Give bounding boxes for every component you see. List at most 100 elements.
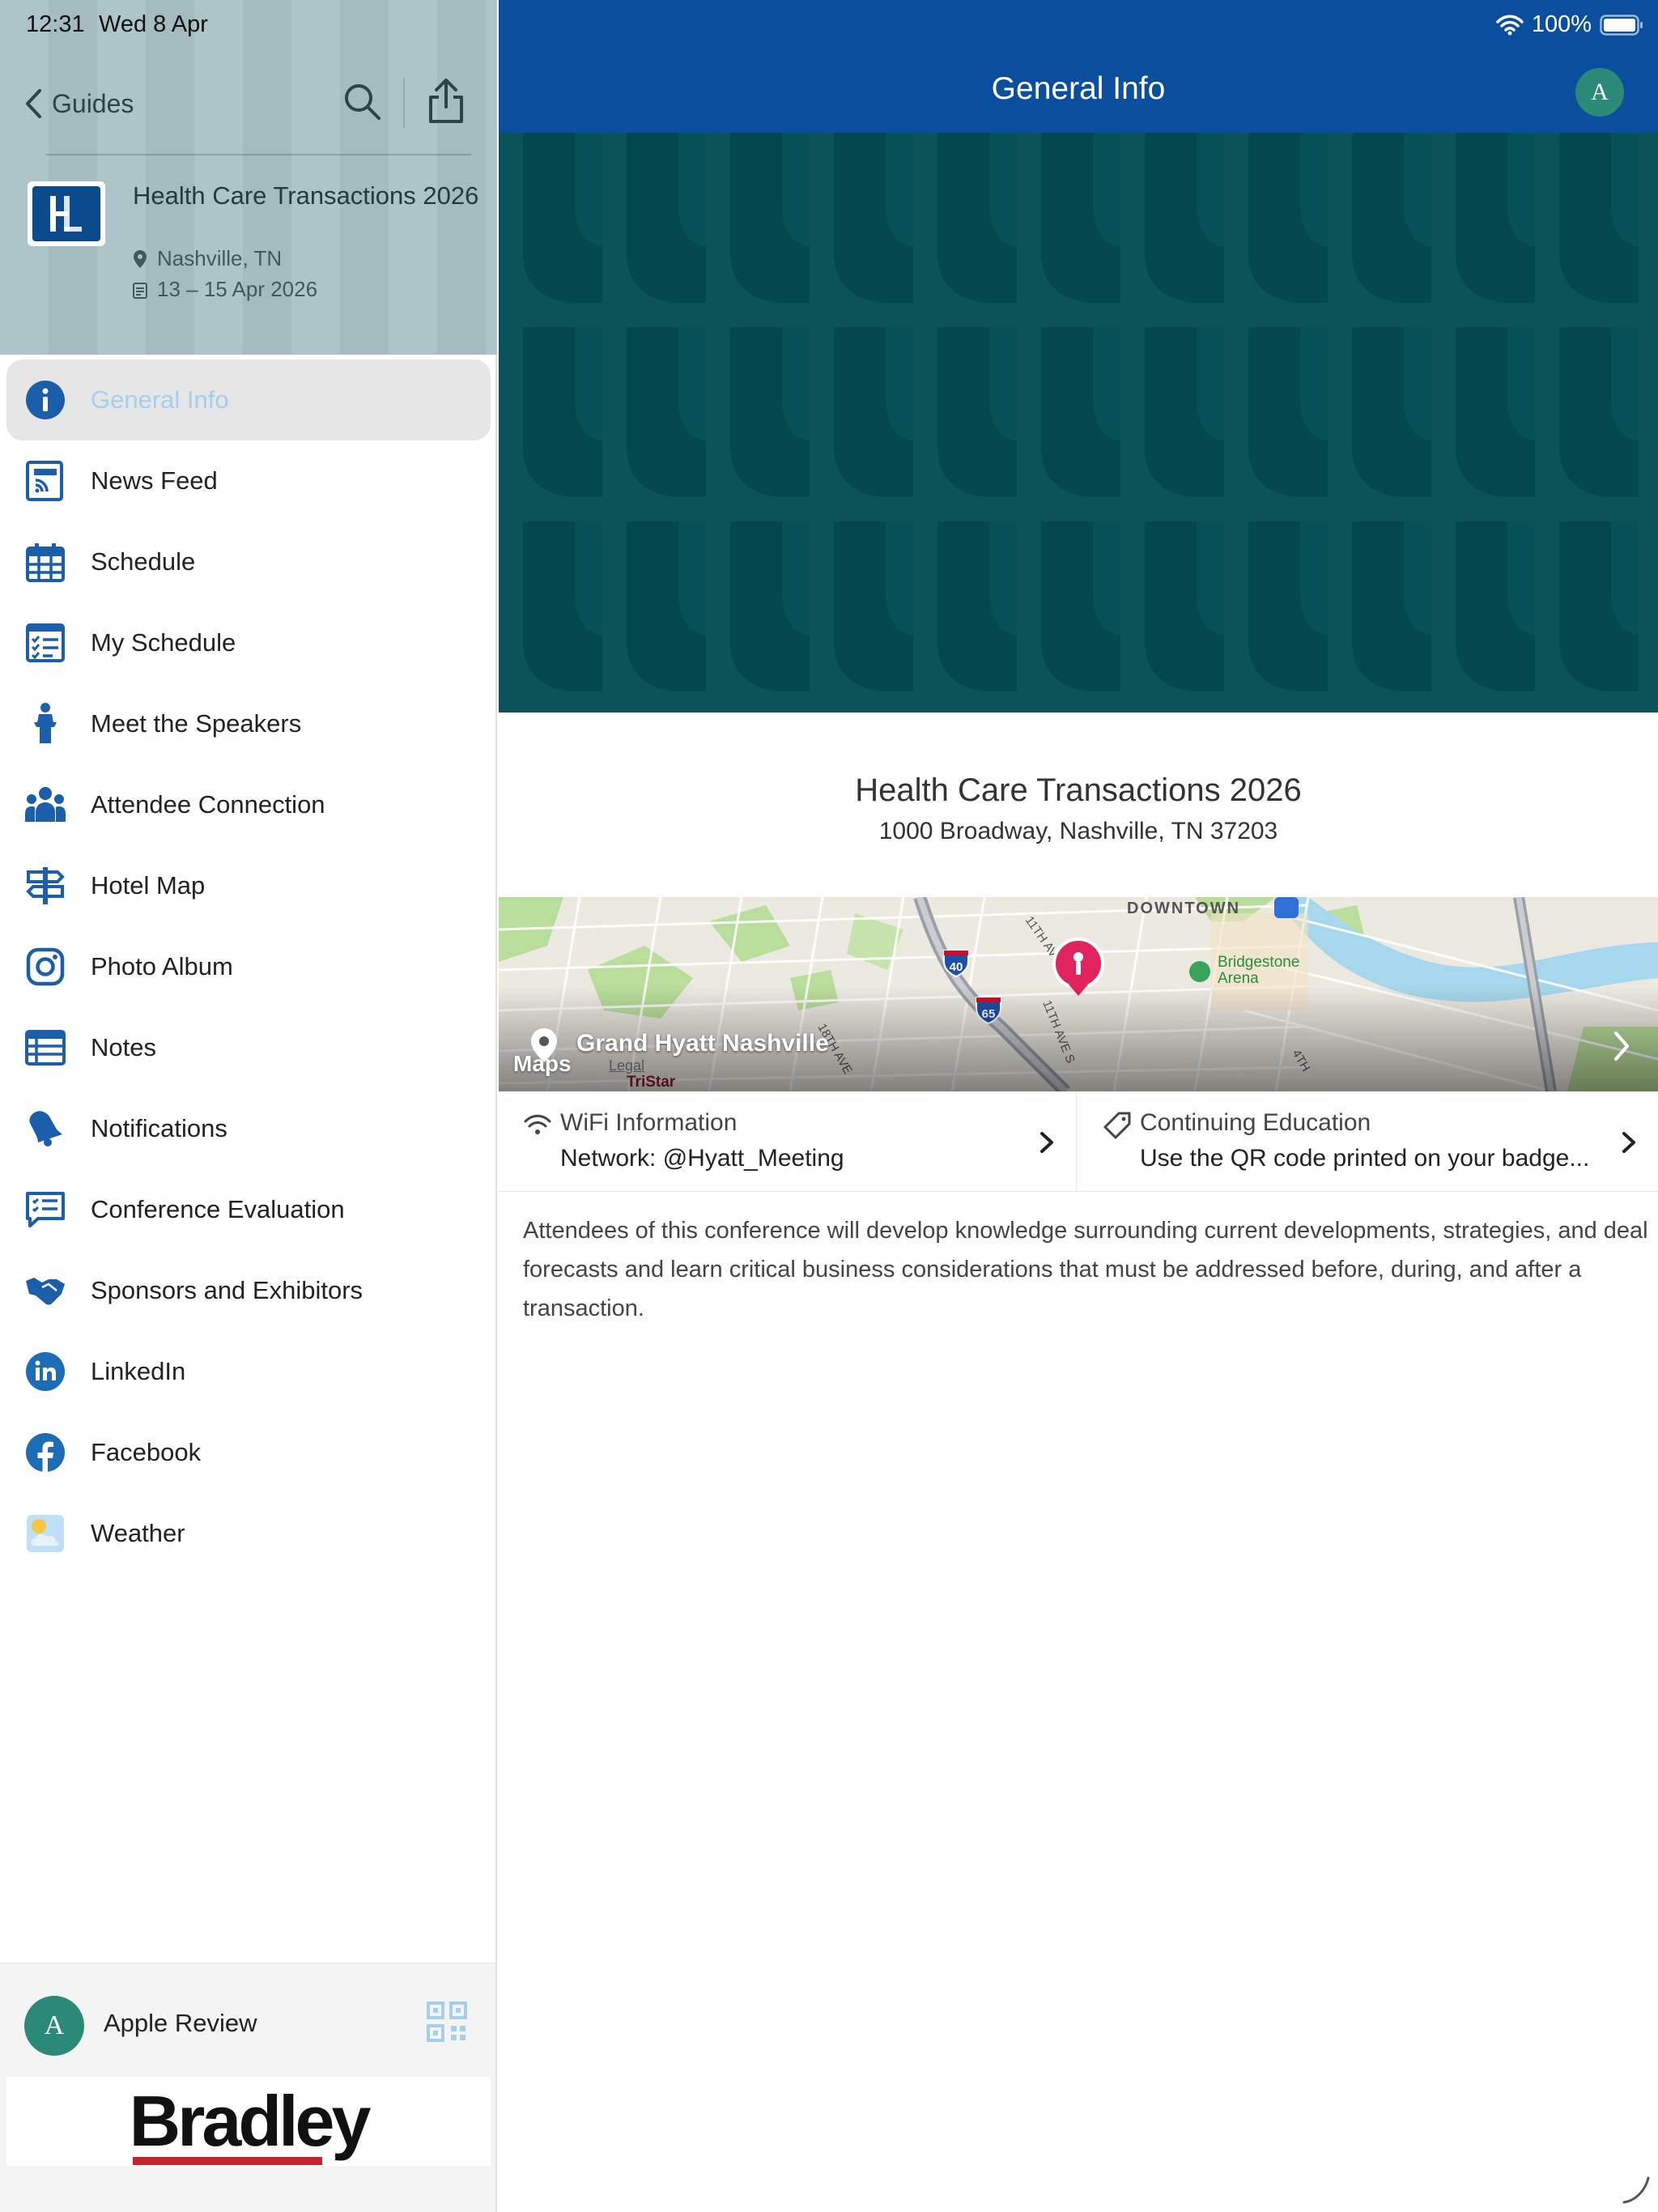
sidebar-item-label: My Schedule [91, 628, 236, 657]
event-logo [28, 181, 105, 246]
facebook-icon [23, 1430, 68, 1475]
signpost-icon [23, 863, 68, 908]
search-button[interactable] [342, 81, 384, 123]
page-title: General Info [991, 71, 1166, 106]
sidebar-item-label: Notifications [91, 1114, 227, 1142]
handshake-icon [23, 1268, 68, 1313]
back-button[interactable]: Guides [24, 84, 134, 123]
back-label: Guides [52, 88, 134, 118]
continuing-education-cell[interactable]: Continuing Education Use the QR code pri… [1078, 1091, 1658, 1192]
event-dates: 13 – 15 Apr 2026 [133, 277, 317, 302]
sidebar-item-linkedin[interactable]: LinkedIn [0, 1331, 497, 1412]
evaluation-icon [23, 1187, 68, 1232]
share-icon [429, 79, 463, 123]
continuing-education-title: Continuing Education [1140, 1109, 1371, 1136]
header-separator [45, 154, 471, 155]
share-button[interactable] [426, 78, 466, 125]
bell-icon [23, 1106, 68, 1151]
sidebar-item-label: Conference Evaluation [91, 1195, 345, 1223]
map-tiles: 40 65 DOWNTOWN Bridgestone Arena 11TH AV… [499, 897, 1658, 1091]
sidebar-item-label: Sponsors and Exhibitors [91, 1276, 363, 1304]
svg-text:DOWNTOWN: DOWNTOWN [1127, 900, 1240, 917]
sidebar-item-label: Schedule [91, 547, 196, 576]
location-pin-icon [134, 249, 147, 268]
battery-icon [1600, 14, 1643, 36]
sidebar-item-schedule[interactable]: Schedule [0, 521, 497, 602]
navigation-bar: 100% General Info A [499, 0, 1658, 133]
event-title: Health Care Transactions 2026 [133, 181, 479, 210]
hero-banner [499, 133, 1658, 713]
event-description: Attendees of this conference will develo… [523, 1218, 1648, 1321]
chevron-right-icon [1622, 1132, 1635, 1153]
sidebar-item-attendee-connection[interactable]: Attendee Connection [0, 764, 497, 845]
sidebar-item-news-feed[interactable]: News Feed [0, 440, 497, 521]
instagram-icon [23, 944, 68, 989]
sidebar-item-my-schedule[interactable]: My Schedule [0, 602, 497, 683]
sidebar-item-label: Meet the Speakers [91, 709, 302, 738]
sidebar-item-label: Photo Album [91, 952, 233, 981]
sponsor-logo-underline [132, 2157, 323, 2165]
sidebar-item-sponsors-and-exhibitors[interactable]: Sponsors and Exhibitors [0, 1250, 497, 1331]
calendar-small-icon [133, 282, 147, 299]
user-name[interactable]: Apple Review [104, 2009, 257, 2038]
maps-legal-link[interactable]: Legal [609, 1057, 644, 1074]
sidebar-item-label: Facebook [91, 1438, 202, 1466]
wifi-value: Network: @Hyatt_Meeting [560, 1145, 844, 1172]
user-avatar[interactable]: A [24, 1996, 84, 2056]
sponsor-logo: Bradley [130, 2086, 371, 2165]
wifi-icon [524, 1114, 551, 1134]
info-icon [23, 377, 68, 423]
sidebar-item-label: Hotel Map [91, 871, 206, 900]
checklist-icon [23, 620, 68, 666]
linkedin-icon [23, 1349, 68, 1394]
notes-icon [23, 1025, 68, 1070]
svg-text:Arena: Arena [1218, 970, 1259, 987]
event-location-text: Nashville, TN [157, 246, 283, 270]
status-time: 12:31 [26, 11, 85, 37]
sidebar-item-label: News Feed [91, 466, 218, 495]
event-location: Nashville, TN [133, 246, 282, 271]
sidebar-item-facebook[interactable]: Facebook [0, 1412, 497, 1493]
location-map[interactable]: 40 65 DOWNTOWN Bridgestone Arena 11TH AV… [499, 897, 1658, 1091]
sidebar-item-notes[interactable]: Notes [0, 1007, 497, 1088]
info-row: WiFi Information Network: @Hyatt_Meeting… [499, 1091, 1658, 1192]
search-icon [345, 84, 380, 120]
sidebar-item-weather[interactable]: Weather [0, 1493, 497, 1574]
news-feed-icon [23, 458, 68, 504]
status-indicators: 100% [1496, 11, 1643, 38]
event-name: Health Care Transactions 2026 [855, 772, 1302, 808]
svg-text:Bridgestone: Bridgestone [1218, 954, 1299, 971]
maps-credit: Maps [513, 1051, 572, 1076]
wifi-info-cell[interactable]: WiFi Information Network: @Hyatt_Meeting [499, 1091, 1077, 1192]
event-address: 1000 Broadway, Nashville, TN 37203 [878, 818, 1278, 844]
wifi-icon [1496, 15, 1524, 35]
qr-code-button[interactable] [426, 2001, 468, 2043]
sidebar-item-label: General Info [91, 385, 229, 414]
header-divider [403, 78, 405, 128]
sidebar-item-label: Attendee Connection [91, 790, 325, 819]
sponsor-logo-text: Bradley [129, 2081, 372, 2161]
people-icon [23, 782, 68, 827]
sidebar-item-hotel-map[interactable]: Hotel Map [0, 845, 497, 926]
sidebar-item-notifications[interactable]: Notifications [0, 1088, 497, 1169]
sidebar-item-meet-the-speakers[interactable]: Meet the Speakers [0, 683, 497, 764]
main-content: 100% General Info A Health Care Transact… [499, 0, 1658, 2212]
status-date: Wed 8 Apr [99, 11, 208, 37]
map-venue-label: Grand Hyatt Nashville [576, 1030, 829, 1057]
hl-logo-icon [50, 196, 82, 232]
sidebar-item-conference-evaluation[interactable]: Conference Evaluation [0, 1169, 497, 1250]
sidebar-item-general-info[interactable]: General Info [6, 359, 491, 440]
sponsor-banner[interactable]: Bradley [6, 2077, 491, 2166]
continuing-education-value: Use the QR code printed on your badge... [1140, 1145, 1590, 1172]
weather-icon [23, 1511, 68, 1556]
battery-percent: 100% [1531, 11, 1592, 37]
calendar-icon [23, 539, 68, 585]
sidebar-item-label: Notes [91, 1033, 156, 1061]
sidebar-item-label: Weather [91, 1519, 185, 1547]
profile-avatar[interactable]: A [1575, 68, 1624, 117]
wifi-title: WiFi Information [560, 1109, 738, 1136]
resize-handle-icon[interactable] [1619, 2173, 1652, 2206]
sidebar-footer: A Apple Review Bradley [0, 1963, 495, 2212]
chevron-left-icon [26, 89, 41, 118]
sidebar-item-photo-album[interactable]: Photo Album [0, 926, 497, 1007]
